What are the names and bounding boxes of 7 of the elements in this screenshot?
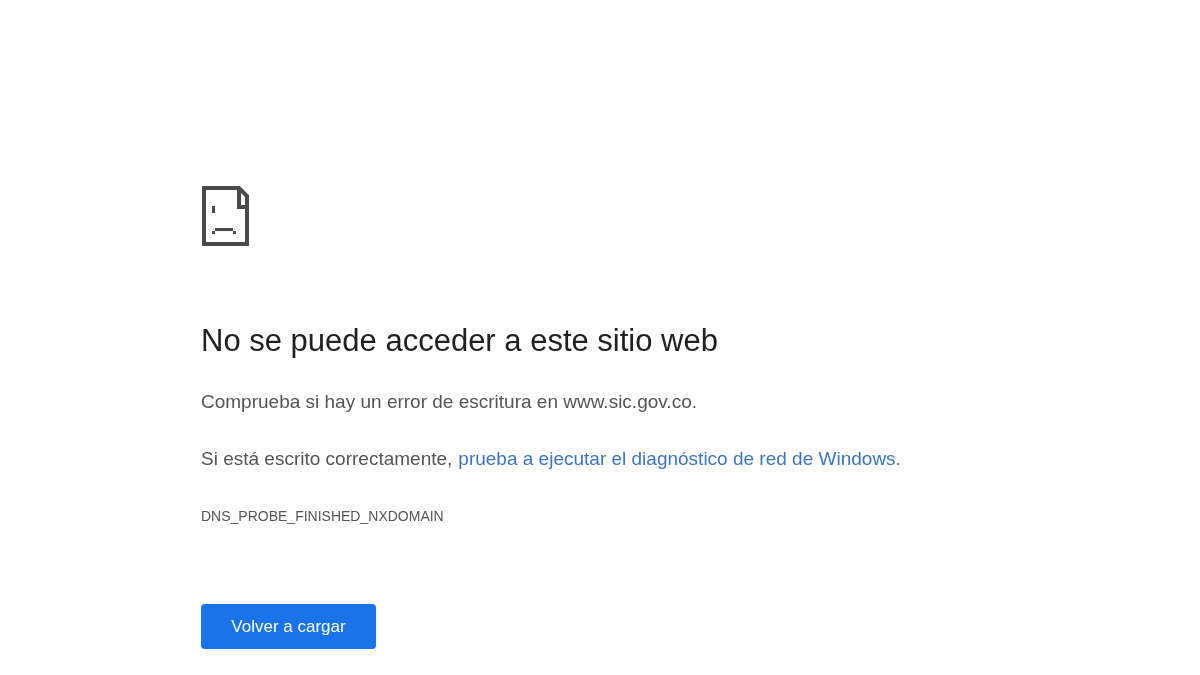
error-message: Comprueba si hay un error de escritura en www.sic.gov.co. [201, 391, 697, 412]
diagnostics-link[interactable]: prueba a ejecutar el diagnóstico de red de Windows. [458, 446, 901, 472]
sad-page-icon [201, 185, 250, 247]
suggestion-text: Si está escrito correctamente, [201, 447, 453, 471]
error-heading: No se puede acceder a este sitio web [201, 322, 718, 360]
error-code: DNS_PROBE_FINISHED_NXDOMAIN [201, 508, 444, 524]
reload-button[interactable]: Volver a cargar [201, 604, 376, 649]
